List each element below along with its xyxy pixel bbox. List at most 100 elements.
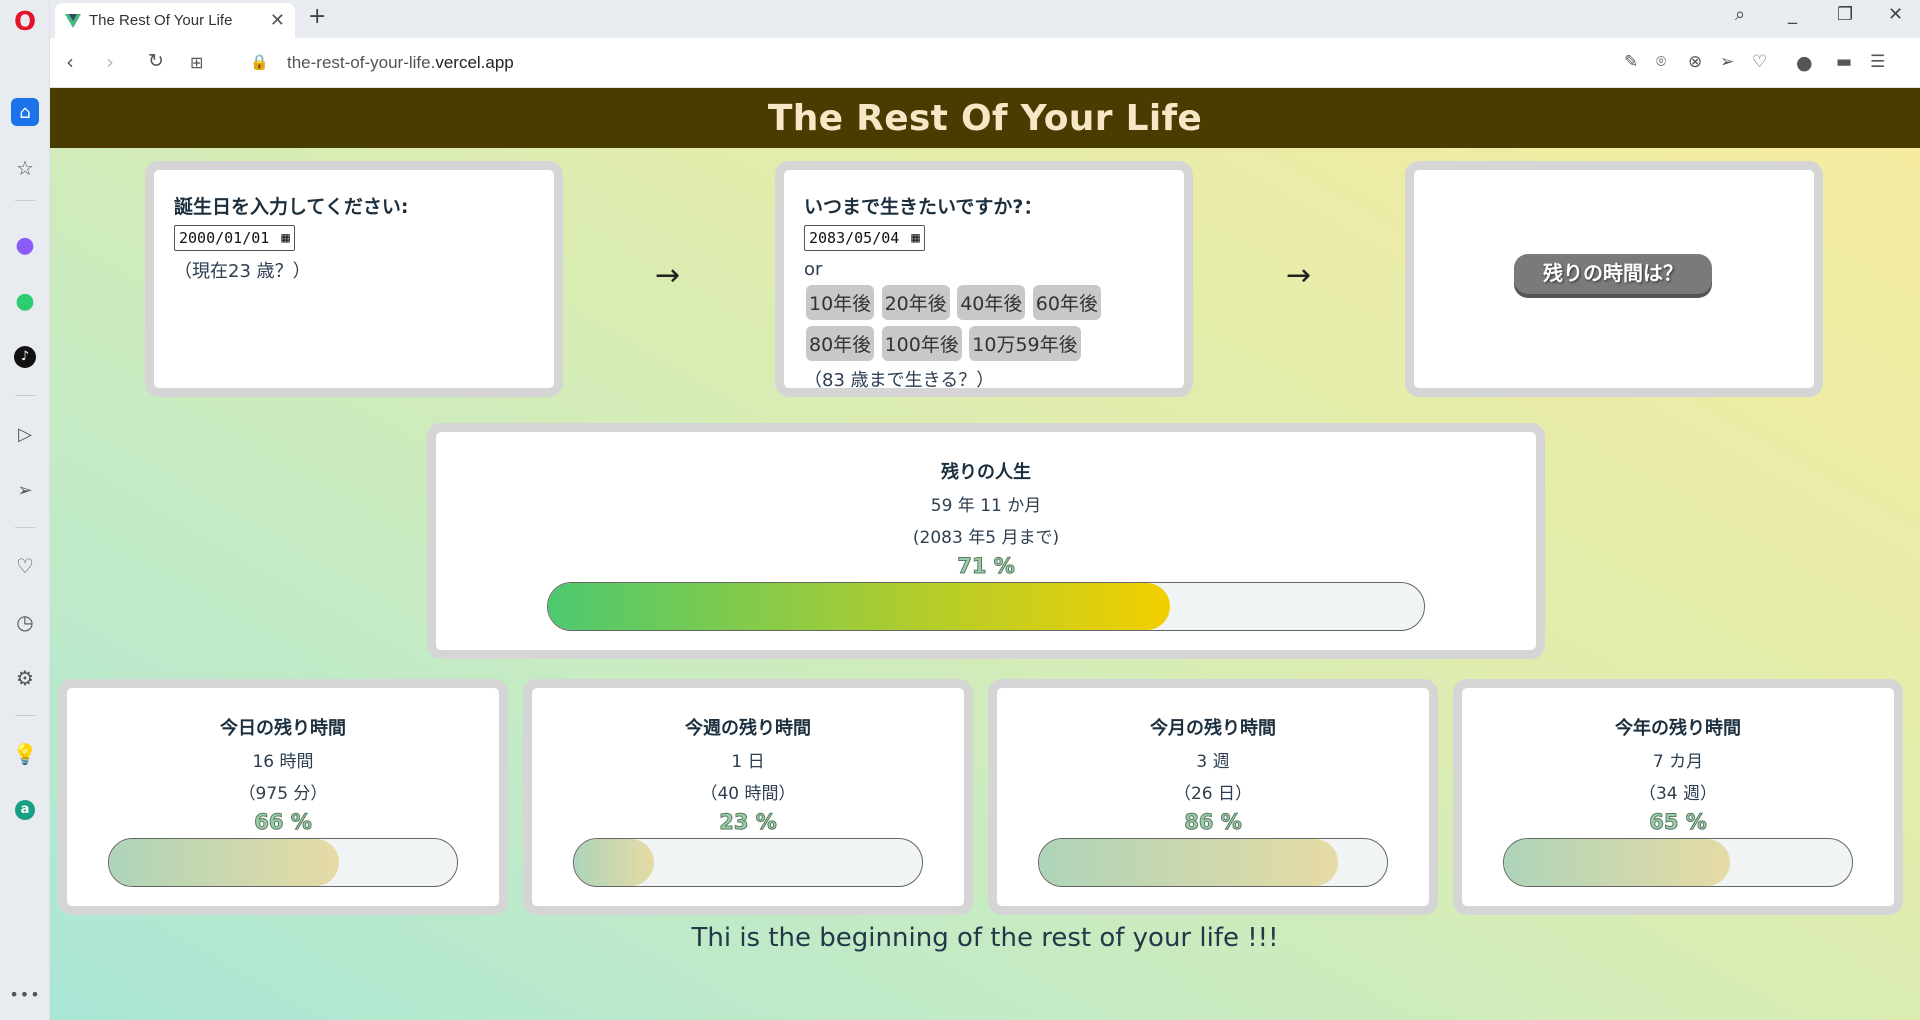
edit-icon[interactable]: ✎ [1624,52,1638,72]
star-icon[interactable]: ☆ [11,154,39,182]
forward-icon[interactable]: › [106,50,114,74]
aria-icon[interactable]: a [11,796,39,824]
quick-option-80y[interactable]: 80年後 [806,326,875,361]
quick-option-20y[interactable]: 20年後 [881,285,950,320]
year-card: 今年の残り時間 7 カ月 （34 週） 65 % [1453,679,1903,915]
restore-icon[interactable]: ❐ [1837,4,1853,25]
history-icon[interactable]: ◷ [11,608,39,636]
easy-setup-icon[interactable]: ☰ [1870,52,1885,72]
month-percent: 86 % [1184,810,1243,835]
target-age-note: （83 歳まで生きる？） [804,370,995,391]
footer-message: Thi is the beginning of the rest of your… [691,923,1279,953]
year-line2: （34 週） [1638,784,1718,804]
today-card: 今日の残り時間 16 時間 （975 分） 66 % [58,679,508,915]
reload-icon[interactable]: ↻ [148,50,164,72]
target-date-input[interactable]: 2083/05/04 ▦ [804,225,925,251]
tiktok-icon[interactable]: ♪ [11,343,39,371]
block-icon[interactable]: ⊗ [1688,52,1702,72]
close-tab-icon[interactable]: ✕ [270,10,285,31]
vue-logo-icon [65,13,81,28]
player-icon[interactable]: ▷ [11,420,39,448]
camera-icon[interactable]: ⌾ [1656,52,1666,72]
today-percent: 66 % [254,810,313,835]
back-icon[interactable]: ‹ [66,50,74,74]
bookmark-heart-icon[interactable]: ♡ [1752,52,1767,72]
quick-option-60y[interactable]: 60年後 [1032,285,1101,320]
calendar-icon[interactable]: ▦ [911,230,919,246]
sidebar-divider [15,395,35,396]
video-popout-icon[interactable]: ▬ [1836,52,1852,72]
page-title: The Rest Of Your Life [767,97,1203,139]
life-until: (2083 年5 月まで) [912,528,1060,548]
window-close-icon[interactable]: ✕ [1888,4,1903,25]
quick-options: 10年後 20年後 40年後 60年後 80年後 100年後 10万59年後 [804,282,1104,364]
year-progress-bar [1503,838,1853,887]
week-line2: （40 時間） [700,784,796,804]
arrow-2: → [1286,258,1312,293]
minimize-icon[interactable]: _ [1788,4,1797,25]
birth-label: 誕生日を入力してください: [174,196,409,218]
year-percent: 65 % [1649,810,1708,835]
lock-icon: 🔒 [250,53,269,71]
life-remaining: 59 年 11 か月 [930,496,1042,516]
today-progress-bar [108,838,458,887]
url-field[interactable]: the-rest-of-your-life.vercel.app [287,53,514,73]
today-title: 今日の残り時間 [220,718,346,739]
sidebar-divider [15,527,35,528]
or-label: or [804,259,823,280]
messenger-icon[interactable]: ● [11,231,39,259]
month-card: 今月の残り時間 3 週 （26 日） 86 % [988,679,1438,915]
year-title: 今年の残り時間 [1615,718,1741,739]
target-label: いつまで生きたいですか?： [804,196,1043,218]
month-progress-fill [1039,839,1339,886]
search-icon[interactable]: ⌕ [1735,4,1745,25]
show-remaining-button[interactable]: 残りの時間は？ [1514,254,1712,294]
life-progress-fill [548,583,1170,630]
speed-dial-icon[interactable]: ⊞ [190,53,203,72]
sidebar-divider [15,715,35,716]
today-line1: 16 時間 [252,752,314,772]
page-header: The Rest Of Your Life [50,88,1920,148]
arrow-1: → [655,258,681,293]
target-card: いつまで生きたいですか?： 2083/05/04 ▦ or 10年後 20年後 4… [775,161,1193,397]
month-title: 今月の残り時間 [1150,718,1276,739]
birth-date-input[interactable]: 2000/01/01 ▦ [174,225,295,251]
sidebar-divider [15,200,35,201]
tab-title: The Rest Of Your Life [89,12,233,29]
tab-active[interactable]: The Rest Of Your Life ✕ [55,3,295,38]
page-content: The Rest Of Your Life 誕生日を入力してください: 2000… [50,88,1920,1020]
life-card: 残りの人生 59 年 11 か月 (2083 年5 月まで) 71 % [427,423,1545,659]
heart-icon[interactable]: ♡ [11,552,39,580]
bulb-icon[interactable]: 💡 [11,740,39,768]
month-progress-bar [1038,838,1388,887]
week-title: 今週の残り時間 [685,718,811,739]
birth-card: 誕生日を入力してください: 2000/01/01 ▦ （現在23 歳？） [145,161,563,397]
quick-option-40y[interactable]: 40年後 [957,285,1026,320]
new-tab-icon[interactable]: + [308,4,326,29]
quick-option-max[interactable]: 10万59年後 [969,326,1081,361]
today-progress-fill [109,839,339,886]
year-line1: 7 カ月 [1652,752,1704,772]
month-line1: 3 週 [1196,752,1230,772]
opera-logo-icon[interactable]: O [11,7,39,37]
week-card: 今週の残り時間 1 日 （40 時間） 23 % [523,679,973,915]
month-line2: （26 日） [1173,784,1253,804]
home-icon[interactable]: ⌂ [11,98,39,126]
profile-icon[interactable]: ● [1796,52,1813,74]
calendar-icon[interactable]: ▦ [281,230,289,246]
life-progress-bar [547,582,1425,631]
year-progress-fill [1504,839,1731,886]
quick-option-10y[interactable]: 10年後 [806,285,875,320]
settings-icon[interactable]: ⚙ [11,664,39,692]
tab-strip: The Rest Of Your Life ✕ + ⌕ _ ❐ ✕ [50,0,1920,38]
week-line1: 1 日 [731,752,765,772]
more-icon[interactable]: ••• [9,980,39,1008]
week-progress-bar [573,838,923,887]
quick-option-100y[interactable]: 100年後 [881,326,962,361]
week-progress-fill [574,839,655,886]
whatsapp-icon[interactable]: ● [11,287,39,315]
life-percent: 71 % [957,554,1016,579]
address-bar: ‹ › ↻ ⊞ 🔒 the-rest-of-your-life.vercel.a… [50,38,1920,88]
send-icon[interactable]: ➢ [11,476,39,504]
send-page-icon[interactable]: ➢ [1720,52,1734,72]
